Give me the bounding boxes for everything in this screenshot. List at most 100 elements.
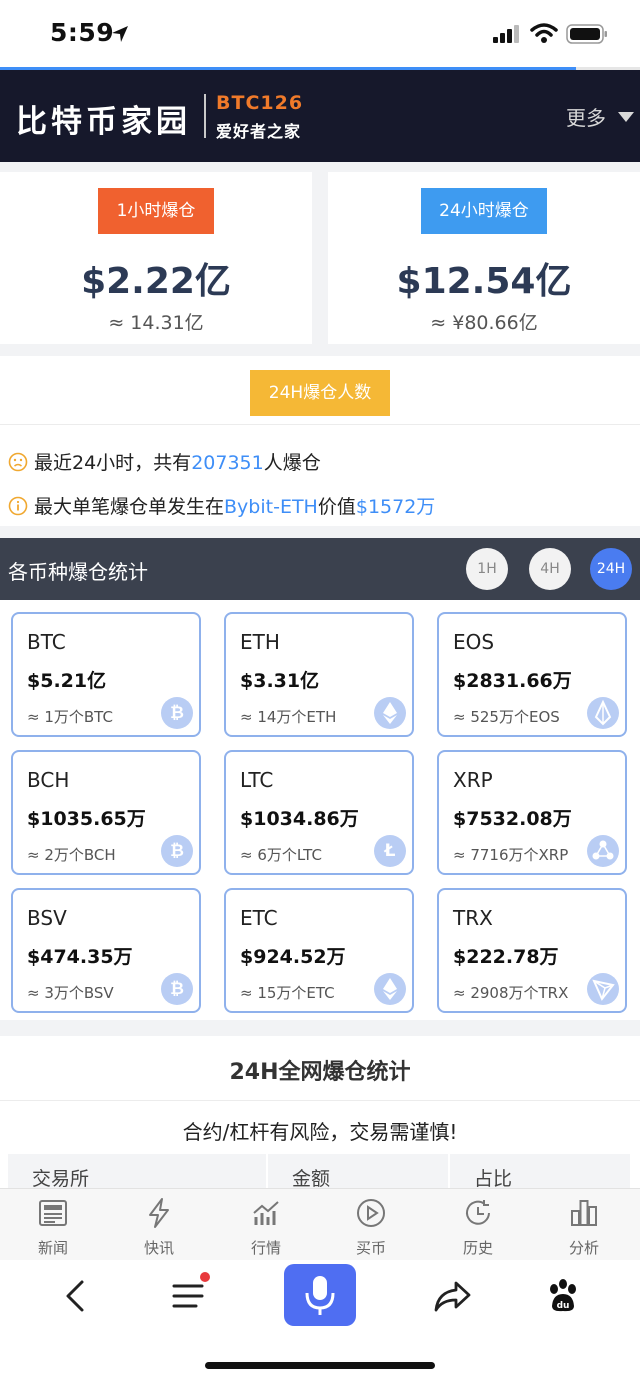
coin-quantity: ≈ 2908万个TRX (453, 984, 569, 1002)
coin-grid: BTC $5.21亿 ≈ 1万个BTC ₿ ETH $3.31亿 ≈ 14万个E… (0, 600, 640, 1020)
tab-label: 买币 (355, 1239, 386, 1257)
coin-card-eth[interactable]: ETH $3.31亿 ≈ 14万个ETH (224, 612, 414, 737)
coin-quantity: ≈ 6万个LTC (240, 846, 322, 864)
eos-icon (587, 697, 619, 729)
coin-quantity: ≈ 7716万个XRP (453, 846, 569, 864)
bottom-tab-bar: 新闻 快讯 行情 买币 历史 分析 (0, 1188, 640, 1260)
coin-symbol: ETH (240, 630, 280, 654)
liquidation-1h-card: 1小时爆仓 $2.22亿 ≈ 14.31亿 (0, 172, 312, 344)
home-indicator[interactable] (205, 1362, 435, 1369)
coin-card-bsv[interactable]: BSV $474.35万 ≈ 3万个BSV ₿ (11, 888, 201, 1013)
tab-label: 快讯 (143, 1239, 174, 1257)
tab-analysis[interactable]: 分析 (544, 1189, 624, 1261)
logo-divider (204, 94, 206, 138)
risk-warning: 合约/杠杆有风险，交易需谨慎! (182, 1120, 458, 1144)
period-tab-4h[interactable]: 4H (529, 548, 571, 590)
ethereum-icon (374, 697, 406, 729)
svg-text:du: du (557, 1301, 570, 1311)
liquidation-24h-amount: $12.54亿 (396, 261, 572, 302)
coin-card-ltc[interactable]: LTC $1034.86万 ≈ 6万个LTC Ł (224, 750, 414, 875)
coin-card-etc[interactable]: ETC $924.52万 ≈ 15万个ETC (224, 888, 414, 1013)
bitcoin-icon: ₿ (161, 697, 193, 729)
app-page: 5:59 比特币家园 BTC126 爱好者之家 更多 1小时爆仓 $2.22亿 … (0, 0, 640, 1385)
tab-label: 行情 (250, 1239, 281, 1257)
coin-amount: $222.78万 (453, 946, 559, 968)
liquidation-24h-badge: 24小时爆仓 (421, 188, 547, 234)
voice-search-button[interactable] (284, 1264, 356, 1326)
people-count-line: 最近24小时，共有207351人爆仓 (8, 448, 321, 475)
coin-card-bch[interactable]: BCH $1035.65万 ≈ 2万个BCH ₿ (11, 750, 201, 875)
site-logo-code: BTC126 (216, 92, 304, 114)
coin-symbol: TRX (453, 906, 493, 930)
sad-face-icon (8, 452, 28, 472)
coin-amount: $5.21亿 (27, 670, 107, 692)
people-count-prefix: 最近24小时，共有 (34, 452, 192, 474)
liquidation-24h-card: 24小时爆仓 $12.54亿 ≈ ¥80.66亿 (328, 172, 640, 344)
ripple-icon (587, 835, 619, 867)
status-time: 5:59 (50, 18, 115, 47)
tab-news[interactable]: 新闻 (13, 1189, 93, 1261)
divider (0, 1100, 640, 1101)
site-header: 比特币家园 BTC126 爱好者之家 更多 (0, 70, 640, 162)
liquidated-people-section: 24H爆仓人数 最近24小时，共有207351人爆仓 最大单笔爆仓单发生在Byb… (0, 356, 640, 526)
tab-buy-coin[interactable]: 买币 (331, 1189, 411, 1261)
tab-market[interactable]: 行情 (226, 1189, 306, 1261)
litecoin-icon: Ł (374, 835, 406, 867)
coin-symbol: EOS (453, 630, 495, 654)
people-count-value: 207351 (191, 452, 264, 474)
site-logo-subtitle: 爱好者之家 (216, 122, 302, 141)
largest-liquidation-value: $1572万 (355, 496, 436, 518)
coin-amount: $474.35万 (27, 946, 133, 968)
period-tab-24h[interactable]: 24H (590, 548, 632, 590)
history-icon (466, 1200, 490, 1225)
coin-card-btc[interactable]: BTC $5.21亿 ≈ 1万个BTC ₿ (11, 612, 201, 737)
chart-icon (253, 1201, 279, 1225)
network-liquidation-section: 24H全网爆仓统计 合约/杠杆有风险，交易需谨慎! 交易所 金额 占比 (0, 1036, 640, 1196)
lightning-icon (149, 1198, 169, 1228)
cellular-signal-icon (493, 25, 519, 43)
microphone-icon (305, 1276, 335, 1315)
more-menu-button[interactable]: 更多 (566, 102, 606, 131)
largest-liquidation-exchange[interactable]: Bybit-ETH (224, 496, 318, 518)
wifi-icon (530, 23, 558, 43)
newspaper-icon (39, 1200, 67, 1226)
coin-quantity: ≈ 14万个ETH (240, 708, 337, 726)
battery-icon (566, 24, 607, 44)
tab-flash[interactable]: 快讯 (119, 1189, 199, 1261)
coin-quantity: ≈ 15万个ETC (240, 984, 335, 1002)
tab-label: 历史 (462, 1239, 493, 1257)
period-tab-1h[interactable]: 1H (466, 548, 508, 590)
tab-history[interactable]: 历史 (438, 1189, 518, 1261)
people-count-suffix: 人爆仓 (263, 452, 321, 474)
status-bar: 5:59 (0, 0, 640, 68)
ethereum-classic-icon (374, 973, 406, 1005)
coin-symbol: ETC (240, 906, 278, 930)
liquidation-24h-approx: ≈ ¥80.66亿 (430, 312, 538, 334)
coin-amount: $1035.65万 (27, 808, 146, 830)
coin-amount: $7532.08万 (453, 808, 572, 830)
share-icon[interactable] (430, 1274, 474, 1318)
bitcoin-sv-icon: ₿ (161, 973, 193, 1005)
caret-down-icon[interactable] (618, 112, 634, 122)
back-icon[interactable] (54, 1274, 98, 1318)
coin-quantity: ≈ 3万个BSV (27, 984, 114, 1002)
coin-symbol: BCH (27, 768, 70, 792)
coin-card-xrp[interactable]: XRP $7532.08万 ≈ 7716万个XRP (437, 750, 627, 875)
baidu-paw-icon[interactable]: du (541, 1274, 585, 1318)
coin-card-eos[interactable]: EOS $2831.66万 ≈ 525万个EOS (437, 612, 627, 737)
coin-stats-title: 各币种爆仓统计 (8, 560, 148, 584)
coin-amount: $924.52万 (240, 946, 346, 968)
play-icon (357, 1199, 385, 1227)
coin-symbol: LTC (240, 768, 274, 792)
coin-symbol: BSV (27, 906, 67, 930)
largest-liquidation-mid: 价值 (317, 496, 356, 518)
bar-chart-icon (571, 1200, 597, 1226)
coin-card-trx[interactable]: TRX $222.78万 ≈ 2908万个TRX (437, 888, 627, 1013)
divider (0, 424, 640, 425)
coin-amount: $1034.86万 (240, 808, 359, 830)
site-logo-title[interactable]: 比特币家园 (16, 96, 191, 141)
coin-quantity: ≈ 2万个BCH (27, 846, 116, 864)
largest-liquidation-prefix: 最大单笔爆仓单发生在 (34, 496, 225, 518)
liquidation-1h-amount: $2.22亿 (81, 261, 231, 302)
coin-stats-header: 各币种爆仓统计 1H 4H 24H (0, 538, 640, 600)
